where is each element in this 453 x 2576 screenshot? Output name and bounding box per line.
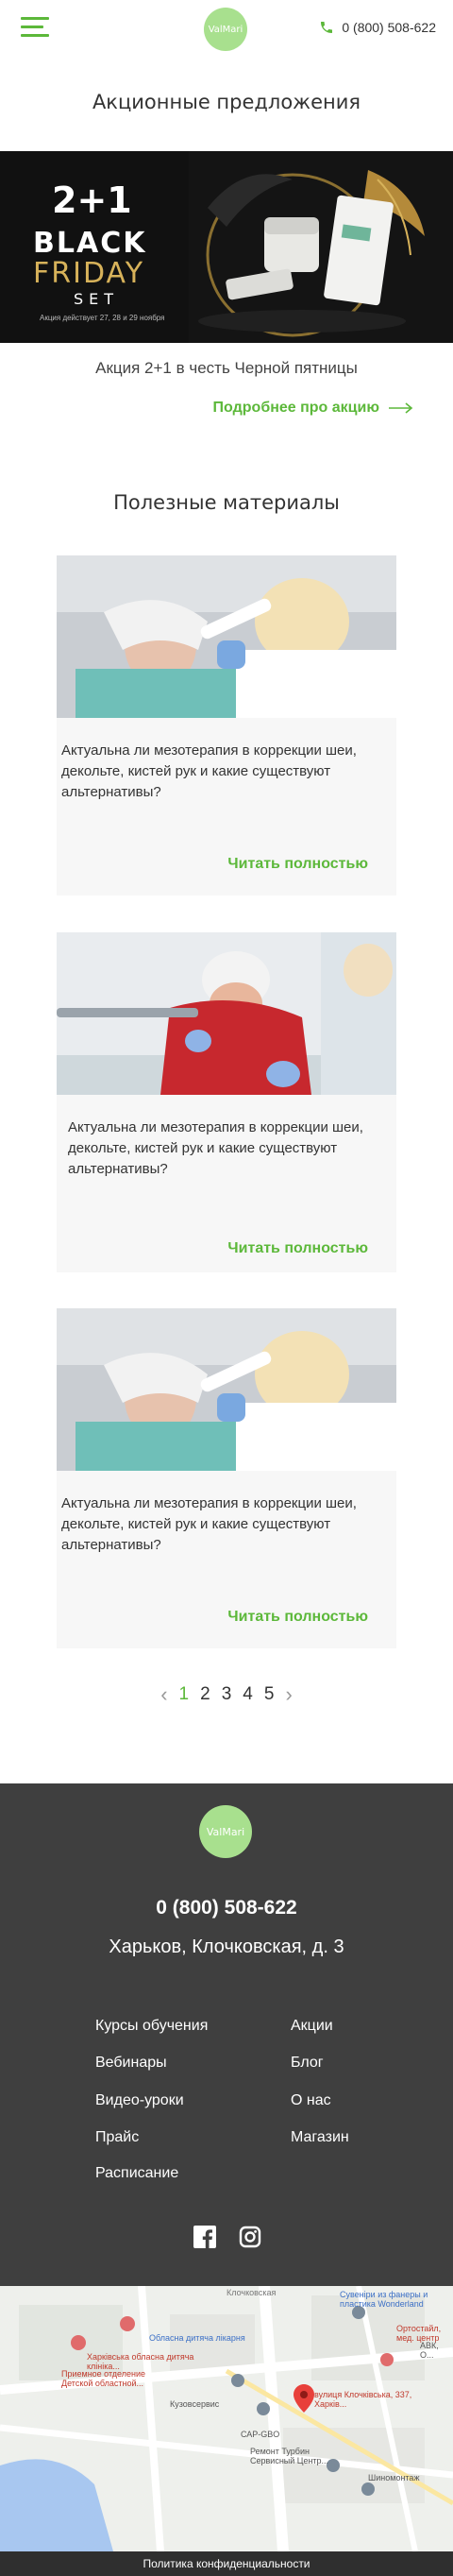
banner-set: SET <box>74 290 120 308</box>
footer-nav-webinars[interactable]: Вебинары <box>95 2055 167 2072</box>
article-title: Актуальна ли мезотерапия в коррекции шеи… <box>68 1119 363 1177</box>
page-4[interactable]: 4 <box>243 1684 253 1705</box>
footer-nav-video[interactable]: Видео-уроки <box>95 2092 184 2109</box>
page-1[interactable]: 1 <box>179 1684 190 1705</box>
phone-icon <box>321 22 333 33</box>
footer-nav-shop[interactable]: Магазин <box>291 2129 349 2146</box>
footer-logo[interactable]: ValMari <box>199 1805 252 1858</box>
promo-caption: Акция 2+1 в честь Черной пятницы <box>95 359 358 377</box>
menu-icon[interactable] <box>21 17 49 38</box>
map-label: Кузовсервис <box>170 2399 220 2409</box>
map-label: Клочковская <box>226 2288 277 2297</box>
privacy-policy-link[interactable]: Политика конфиденциальности <box>0 2551 453 2576</box>
map-label: вулиця Клочківська, 337, Харків... <box>314 2390 412 2409</box>
article-read-more-link[interactable]: Читать полностью <box>227 1609 368 1626</box>
promo-section-title: Акционные предложения <box>92 91 361 113</box>
page-2[interactable]: 2 <box>200 1684 210 1705</box>
footer-nav-blog[interactable]: Блог <box>291 2055 324 2072</box>
promo-more-link[interactable]: Подробнее про акцию <box>213 400 413 417</box>
header-phone-text: 0 (800) 508-622 <box>342 20 436 35</box>
footer-nav-about[interactable]: О нас <box>291 2092 331 2109</box>
banner-friday: FRIDAY <box>33 257 145 290</box>
article-card[interactable]: Актуальна ли мезотерапия в коррекции шеи… <box>57 555 396 896</box>
banner-product-illustration <box>189 151 453 343</box>
prev-page-icon[interactable]: ‹ <box>160 1682 167 1707</box>
map-label: Обласна дитяча лікарня <box>149 2333 245 2343</box>
next-page-icon[interactable]: › <box>285 1682 292 1707</box>
map-label: Ремонт Турбин Сервисный Центр... <box>250 2447 329 2465</box>
footer-phone[interactable]: 0 (800) 508-622 <box>0 1897 453 1919</box>
map-background <box>0 2286 453 2551</box>
article-title: Актуальна ли мезотерапия в коррекции шеи… <box>61 1495 357 1553</box>
page-5[interactable]: 5 <box>264 1684 275 1705</box>
map-label: Шиномонтаж <box>368 2473 420 2482</box>
header: ValMari 0 (800) 508-622 <box>0 0 453 57</box>
map-pin-icon[interactable] <box>294 2384 314 2413</box>
map-label: АВК, О... <box>420 2341 439 2360</box>
logo[interactable]: ValMari <box>204 8 247 51</box>
location-map[interactable]: Обласна дитяча лікарня Сувеніри из фанер… <box>0 2286 453 2551</box>
article-photo <box>57 555 396 718</box>
instagram-icon[interactable] <box>239 2226 261 2248</box>
map-label: Ортостайл, мед. центр <box>396 2324 442 2343</box>
banner-offer: 2+1 <box>52 179 132 221</box>
header-phone-link[interactable]: 0 (800) 508-622 <box>319 20 436 35</box>
pagination: ‹ 1 2 3 4 5 › <box>0 1682 453 1707</box>
article-read-more-link[interactable]: Читать полностью <box>227 856 368 873</box>
footer: ValMari 0 (800) 508-622 Харьков, Клочков… <box>0 1783 453 2286</box>
map-label: Харківська обласна дитяча клініка... <box>87 2352 194 2371</box>
promo-more-link-text: Подробнее про акцию <box>212 400 379 416</box>
article-card[interactable]: Актуальна ли мезотерапия в коррекции шеи… <box>57 932 396 1272</box>
map-label: Сувеніри из фанеры и пластика Wonderland <box>340 2290 428 2309</box>
arrow-right-icon <box>389 402 413 414</box>
promo-banner[interactable]: 2+1 BLACK FRIDAY SET Акция действует 27,… <box>0 151 453 343</box>
article-read-more-link[interactable]: Читать полностью <box>227 1240 368 1257</box>
materials-section-title: Полезные материалы <box>113 491 340 514</box>
article-title: Актуальна ли мезотерапия в коррекции шеи… <box>61 742 357 800</box>
footer-nav-promos[interactable]: Акции <box>291 2018 333 2035</box>
footer-address: Харьков, Клочковская, д. 3 <box>109 1936 344 1957</box>
banner-note: Акция действует 27, 28 и 29 ноября <box>40 314 165 322</box>
footer-nav-courses[interactable]: Курсы обучения <box>95 2018 208 2035</box>
facebook-icon[interactable] <box>193 2226 216 2248</box>
article-photo <box>57 932 396 1095</box>
map-label: Приемное отделение Детской областной... <box>61 2369 146 2388</box>
footer-nav-price[interactable]: Прайс <box>95 2129 139 2146</box>
map-label: САР-GBO <box>241 2430 280 2439</box>
article-photo <box>57 1308 396 1471</box>
banner-black: BLACK <box>33 227 147 260</box>
page-3[interactable]: 3 <box>222 1684 232 1705</box>
article-card[interactable]: Актуальна ли мезотерапия в коррекции шеи… <box>57 1308 396 1648</box>
footer-nav-schedule[interactable]: Расписание <box>95 2165 178 2182</box>
